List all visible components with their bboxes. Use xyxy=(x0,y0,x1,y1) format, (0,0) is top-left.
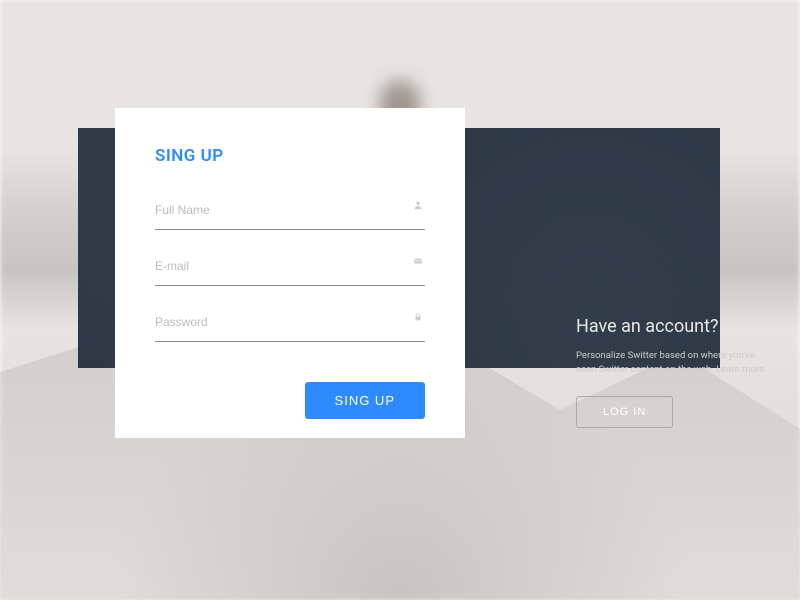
password-field[interactable] xyxy=(155,315,425,335)
login-section-subtitle: Personalize Switter based on where you'v… xyxy=(576,349,776,378)
fullname-field-row xyxy=(155,196,425,230)
email-field-row xyxy=(155,252,425,286)
login-button[interactable]: LOG IN xyxy=(576,396,673,428)
mail-icon xyxy=(413,256,423,269)
login-section-title: Have an account? xyxy=(576,316,776,337)
signup-button[interactable]: SING UP xyxy=(305,382,425,419)
fullname-field[interactable] xyxy=(155,203,425,223)
signup-title: SING UP xyxy=(155,146,425,166)
lock-icon xyxy=(413,312,423,325)
user-icon xyxy=(413,200,423,213)
login-section: Have an account? Personalize Switter bas… xyxy=(576,316,776,428)
email-field[interactable] xyxy=(155,259,425,279)
password-field-row xyxy=(155,308,425,342)
signup-card: SING UP SING UP xyxy=(115,108,465,438)
